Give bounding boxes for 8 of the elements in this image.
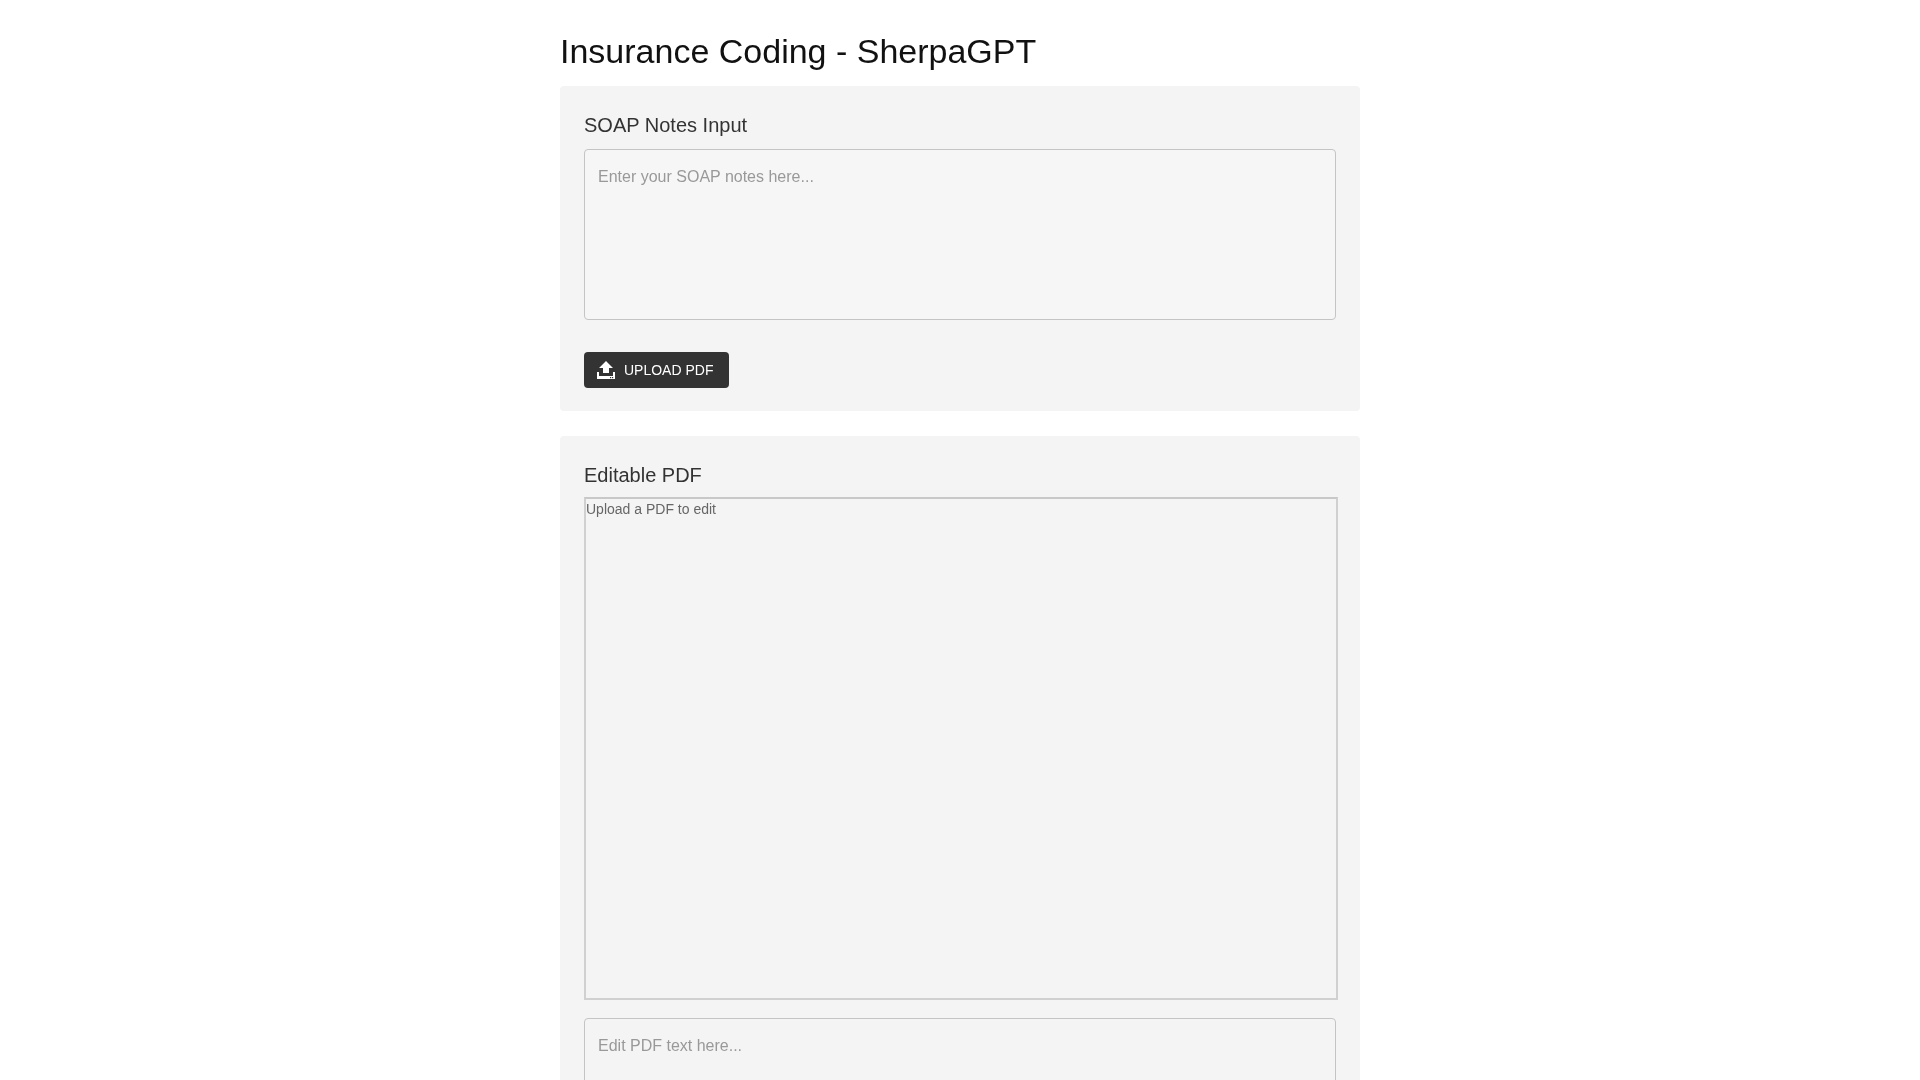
pdf-text-field[interactable]: Edit PDF text here... [584,1018,1336,1080]
section-heading: Editable PDF [584,464,703,487]
viewer-message: Upload a PDF to edit [586,500,716,518]
notes-field[interactable]: Enter your SOAP notes here... [584,149,1336,320]
section-heading: SOAP Notes Input [584,114,749,137]
upload-pdf-button[interactable]: UPLOAD PDF [584,352,730,388]
page-title: Insurance Coding - SherpaGPT [560,32,1038,71]
upload-icon [596,360,616,380]
